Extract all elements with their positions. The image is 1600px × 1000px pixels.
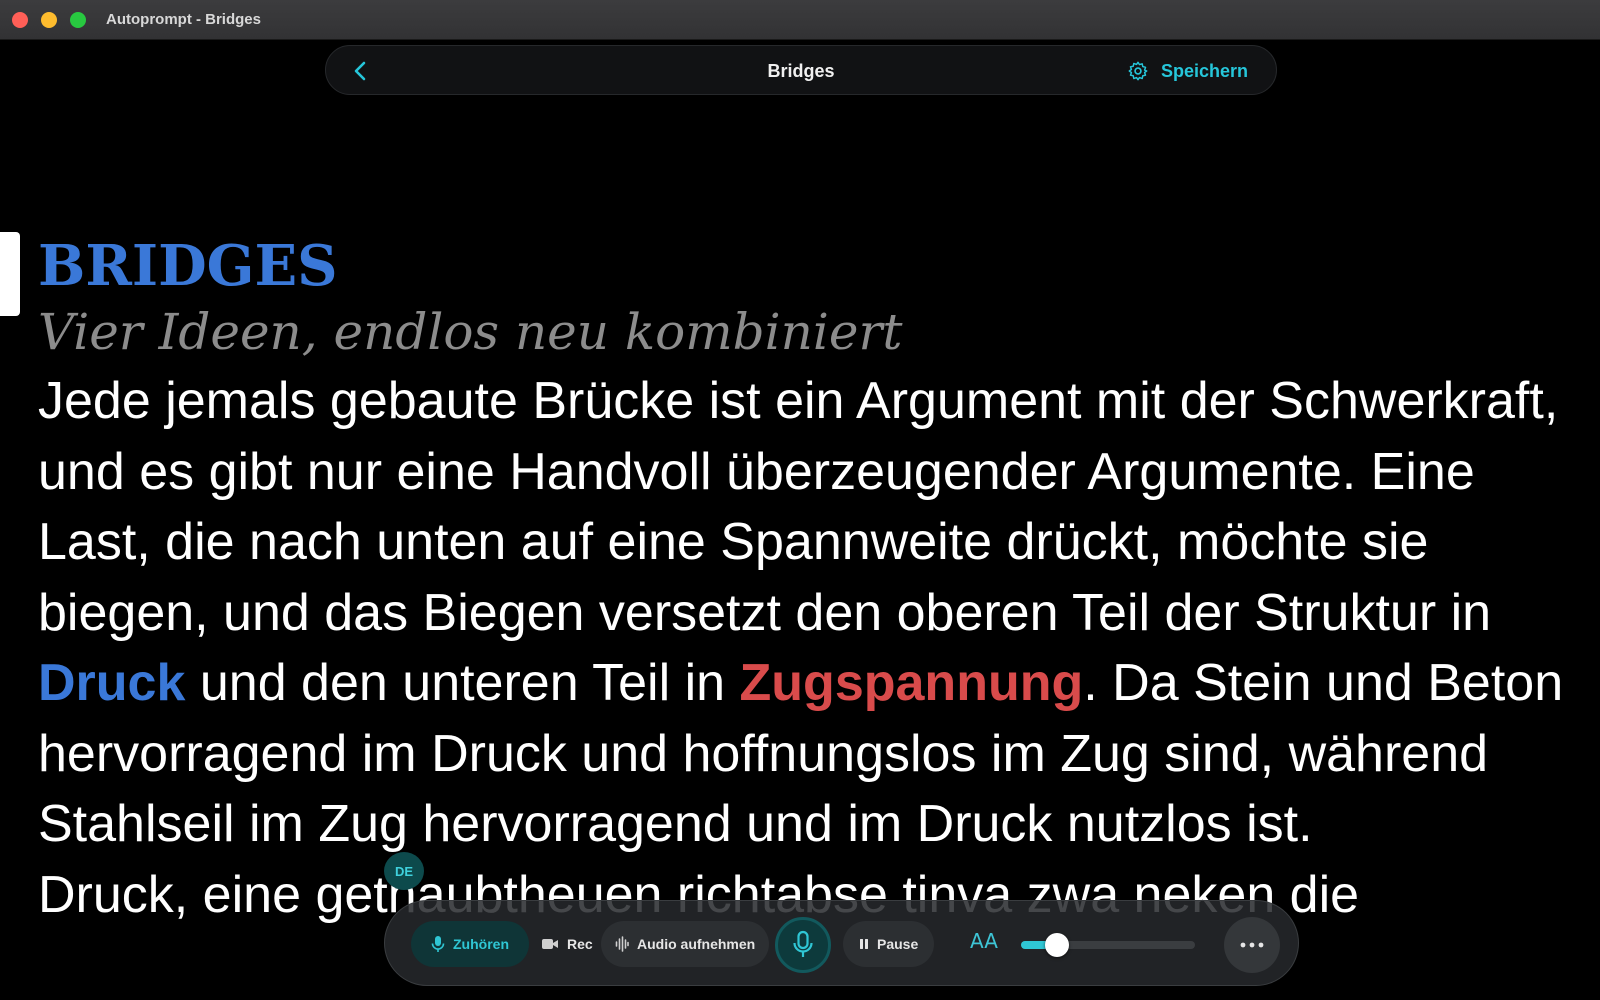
listen-button[interactable]: Zuhören: [411, 921, 529, 967]
title-bar: Autoprompt - Bridges: [0, 0, 1600, 40]
main-mic-button[interactable]: [775, 917, 831, 973]
teleprompter-control-bar: Zuhören Rec Audio aufnehmen Pause AA: [384, 900, 1299, 986]
prompt-heading: BRIDGES: [38, 233, 338, 299]
top-nav-bar: Bridges Speichern: [325, 45, 1277, 95]
pause-icon: [860, 939, 868, 949]
listen-button-label: Zuhören: [453, 936, 509, 952]
close-window-button[interactable]: [12, 12, 28, 28]
language-badge[interactable]: DE: [384, 852, 424, 890]
prompt-paragraph-1: Jede jemals gebaute Brücke ist ein Argum…: [38, 366, 1578, 860]
rec-button[interactable]: Rec: [541, 921, 593, 967]
window-title: Autoprompt - Bridges: [106, 11, 261, 28]
font-size-slider[interactable]: [1021, 933, 1195, 957]
mic-icon: [793, 930, 813, 957]
waveform-icon: [615, 936, 629, 952]
font-size-slider-thumb[interactable]: [1045, 933, 1069, 957]
record-audio-button[interactable]: Audio aufnehmen: [601, 921, 770, 967]
video-camera-icon: [542, 939, 558, 949]
record-audio-label: Audio aufnehmen: [637, 936, 756, 952]
save-button-label: Speichern: [1160, 60, 1248, 81]
prompt-subheading: Vier Ideen, endlos neu kombiniert: [38, 303, 903, 361]
more-icon: [1240, 942, 1264, 948]
mic-icon: [431, 936, 445, 952]
paragraph-1-text-start: Jede jemals gebaute Brücke ist ein Argum…: [38, 372, 1559, 642]
pause-button-label: Pause: [877, 936, 919, 952]
zoom-window-button[interactable]: [70, 12, 86, 28]
minimize-window-button[interactable]: [41, 12, 57, 28]
gear-icon: [1128, 61, 1148, 81]
scroll-position-indicator[interactable]: [0, 232, 20, 316]
pause-button[interactable]: Pause: [843, 921, 935, 967]
save-button[interactable]: Speichern: [1127, 59, 1248, 83]
more-options-button[interactable]: [1224, 917, 1280, 973]
keyword-compression: Druck: [38, 654, 186, 712]
keyword-tension: Zugspannung: [739, 654, 1084, 712]
prompt-text-area: BRIDGES Vier Ideen, endlos neu kombinier…: [38, 230, 1578, 930]
font-size-icon[interactable]: AA: [970, 929, 998, 953]
paragraph-1-text-middle: und den unteren Teil in: [185, 654, 740, 712]
rec-button-label: Rec: [567, 936, 593, 952]
